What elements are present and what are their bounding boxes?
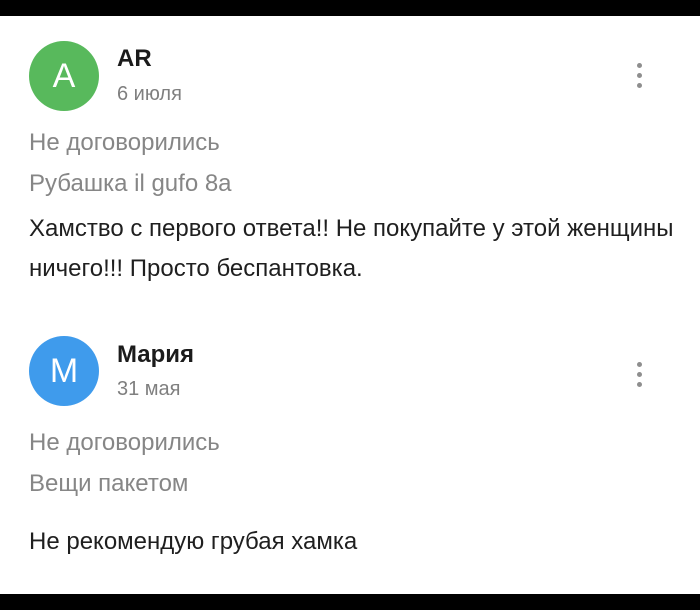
review-text: Не рекомендую грубая хамка <box>29 528 358 555</box>
review-text: Хамство с первого ответа!! Не покупайте … <box>29 215 674 282</box>
avatar[interactable]: A <box>29 41 99 111</box>
review-date: 31 мая <box>117 378 181 400</box>
avatar[interactable]: М <box>29 336 99 406</box>
menu-dot <box>636 82 642 88</box>
review-card: A AR 6 июля Не договорились Рубашка il g… <box>0 16 700 316</box>
deal-status: Не договорились <box>29 429 220 456</box>
menu-dot <box>636 381 642 387</box>
menu-dot <box>636 72 642 78</box>
menu-dot <box>636 361 642 367</box>
menu-dot <box>636 62 642 68</box>
author-name[interactable]: AR <box>117 47 152 71</box>
more-vertical-icon[interactable] <box>625 55 653 95</box>
item-name[interactable]: Вещи пакетом <box>29 472 188 496</box>
review-card: М Мария 31 мая Не договорились Вещи паке… <box>0 316 700 594</box>
reviews-list: A AR 6 июля Не договорились Рубашка il g… <box>0 16 700 594</box>
item-name[interactable]: Рубашка il gufo 8а <box>29 172 232 196</box>
menu-dot <box>636 371 642 377</box>
author-name[interactable]: Мария <box>117 343 194 367</box>
more-vertical-icon[interactable] <box>625 354 653 394</box>
deal-status: Не договорились <box>29 129 220 156</box>
review-date: 6 июля <box>117 83 182 105</box>
